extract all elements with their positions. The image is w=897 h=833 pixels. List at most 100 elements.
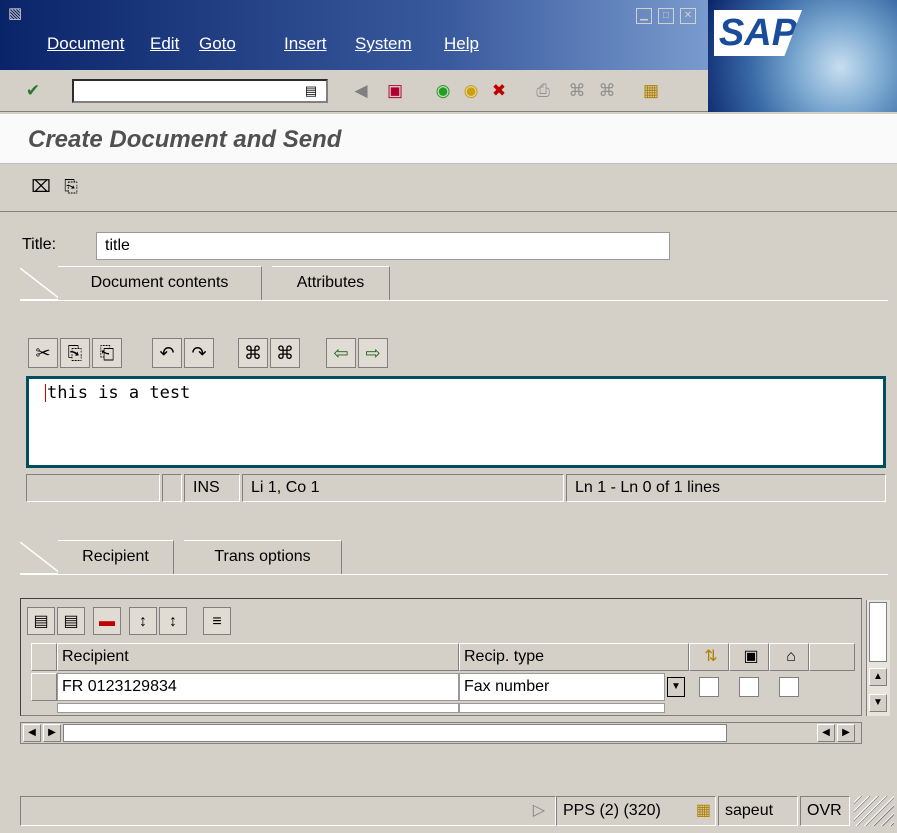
copy-checkbox[interactable] <box>739 677 759 697</box>
scroll-left-arrow-icon-2[interactable]: ◀ <box>817 724 835 742</box>
delete-row-icon[interactable]: ▬ <box>93 607 121 635</box>
standard-toolbar: ✔ ▤ ◀ ▣ ◉ ◉ ✖ ⎙ ⌘ ⌘ ▦ <box>0 70 708 112</box>
minimize-button[interactable]: ▁ <box>636 8 652 24</box>
editor-cursor-position: Li 1, Co 1 <box>242 474 564 502</box>
editor-status-empty-2 <box>162 474 182 502</box>
menu-insert[interactable]: Insert <box>284 34 327 54</box>
scroll-left-arrow-icon[interactable]: ◀ <box>23 724 41 742</box>
column-header-filler <box>809 643 855 671</box>
vertical-scrollbar[interactable]: ▲ ▼ <box>866 600 890 716</box>
find-next-icon[interactable]: ⌘ <box>596 80 618 102</box>
find-next-text-icon[interactable]: ⌘ <box>270 338 300 368</box>
sap-logo-text: SAP <box>714 10 802 56</box>
editor-status-empty <box>26 474 160 502</box>
menu-system[interactable]: System <box>355 34 412 54</box>
status-expand-icon[interactable]: ▷ <box>533 797 545 825</box>
resize-grip[interactable] <box>854 796 894 826</box>
sort-up-icon[interactable]: ↕ <box>129 607 157 635</box>
screen-title-bar: Create Document and Send <box>0 114 897 164</box>
application-toolbar: ⌧ ⎘ <box>0 164 897 212</box>
dropdown-icon[interactable]: ▼ <box>667 677 685 697</box>
menu-goto[interactable]: Goto <box>199 34 236 54</box>
system-list-icon[interactable]: ▦ <box>696 797 711 825</box>
recipient-table: ▤ ▤ ▬ ↕ ↕ ≡ Recipient Recip. type ⇅ ▣ ⌂ … <box>20 598 862 716</box>
horizontal-scroll-thumb[interactable] <box>63 724 727 742</box>
find-text-icon[interactable]: ⌘ <box>238 338 268 368</box>
back-icon[interactable]: ◉ <box>432 80 454 102</box>
sort-down-icon[interactable]: ↕ <box>159 607 187 635</box>
text-caret <box>45 384 46 402</box>
horizontal-scrollbar[interactable]: ◀ ▶ ◀ ▶ <box>20 722 862 744</box>
send-icon[interactable]: ⌧ <box>30 176 52 198</box>
tab-slant <box>20 268 60 300</box>
lock-column-icon: ⌂ <box>769 643 809 671</box>
exit-icon[interactable]: ◉ <box>460 80 482 102</box>
append-row-icon[interactable]: ▤ <box>57 607 85 635</box>
find-icon[interactable]: ⌘ <box>566 80 588 102</box>
server-name: sapeut <box>718 796 798 826</box>
paste-icon[interactable]: ⎗ <box>92 338 122 368</box>
express-checkbox[interactable] <box>699 677 719 697</box>
text-editor[interactable]: this is a test <box>26 376 886 468</box>
scroll-right-arrow-icon-2[interactable]: ▶ <box>837 724 855 742</box>
scroll-right-arrow-icon[interactable]: ▶ <box>43 724 61 742</box>
back-arrow-icon[interactable]: ◀ <box>350 80 372 102</box>
system-info[interactable]: PPS (2) (320) ▦ <box>556 796 716 826</box>
tab-attributes[interactable]: Attributes <box>272 266 390 300</box>
editor-line-count: Ln 1 - Ln 0 of 1 lines <box>566 474 886 502</box>
editor-toolbar: ✂ ⎘ ⎗ ↶ ↷ ⌘ ⌘ ⇦ ⇨ <box>28 338 428 370</box>
column-header-recipient[interactable]: Recipient <box>57 643 459 671</box>
save-icon[interactable]: ▣ <box>384 80 406 102</box>
print-icon[interactable]: ⎙ <box>532 80 554 102</box>
vertical-scroll-thumb[interactable] <box>869 602 887 662</box>
status-message: ▷ <box>20 796 556 826</box>
title-label: Title: <box>22 236 57 253</box>
export-icon[interactable]: ⇨ <box>358 338 388 368</box>
tab-slant-2 <box>20 542 60 574</box>
details-icon[interactable]: ≡ <box>203 607 231 635</box>
copy-icon[interactable]: ⎘ <box>60 338 90 368</box>
scroll-up-arrow-icon[interactable]: ▲ <box>869 668 887 686</box>
tabstrip-baseline <box>20 300 888 301</box>
command-history-icon[interactable]: ▤ <box>300 80 322 102</box>
import-icon[interactable]: ⇦ <box>326 338 356 368</box>
enter-icon[interactable]: ✔ <box>22 80 44 102</box>
blind-copy-checkbox[interactable] <box>779 677 799 697</box>
close-button[interactable]: ✕ <box>680 8 696 24</box>
sap-logo: SAP <box>708 0 897 112</box>
express-column-icon: ⇅ <box>689 643 729 671</box>
tab-recipient[interactable]: Recipient <box>58 540 174 574</box>
cancel-icon[interactable]: ✖ <box>488 80 510 102</box>
recip-type-cell[interactable]: Fax number <box>459 673 665 701</box>
empty-row-cell[interactable] <box>57 703 459 713</box>
page-title: Create Document and Send <box>28 126 342 153</box>
menu-edit[interactable]: Edit <box>150 34 179 54</box>
recipient-cell[interactable]: FR 0123129834 <box>57 673 459 701</box>
command-field[interactable] <box>72 79 328 103</box>
undo-icon[interactable]: ↶ <box>152 338 182 368</box>
tab-trans-options[interactable]: Trans options <box>184 540 342 574</box>
attachment-icon[interactable]: ⎘ <box>60 176 82 198</box>
menu-help[interactable]: Help <box>444 34 479 54</box>
system-info-text: PPS (2) (320) <box>563 802 661 819</box>
title-input[interactable]: title <box>96 232 670 260</box>
maximize-button[interactable]: □ <box>658 8 674 24</box>
row-selector[interactable] <box>31 673 57 701</box>
new-session-icon[interactable]: ▦ <box>640 80 662 102</box>
redo-icon[interactable]: ↷ <box>184 338 214 368</box>
insert-mode: OVR <box>800 796 850 826</box>
column-header-recip-type[interactable]: Recip. type <box>459 643 689 671</box>
system-status-bar: ▷ PPS (2) (320) ▦ sapeut OVR <box>0 790 897 833</box>
copy-column-icon: ▣ <box>729 643 769 671</box>
scroll-down-arrow-icon[interactable]: ▼ <box>869 694 887 712</box>
empty-row-type-cell[interactable] <box>459 703 665 713</box>
cut-icon[interactable]: ✂ <box>28 338 58 368</box>
menu-document[interactable]: Document <box>47 34 124 54</box>
insert-row-icon[interactable]: ▤ <box>27 607 55 635</box>
system-menu-icon[interactable]: ▧ <box>8 4 22 22</box>
row-selector-header <box>31 643 57 671</box>
tab-document-contents[interactable]: Document contents <box>58 266 262 300</box>
tabstrip-baseline-2 <box>20 574 888 575</box>
editor-mode: INS <box>184 474 240 502</box>
editor-text: this is a test <box>47 383 191 403</box>
